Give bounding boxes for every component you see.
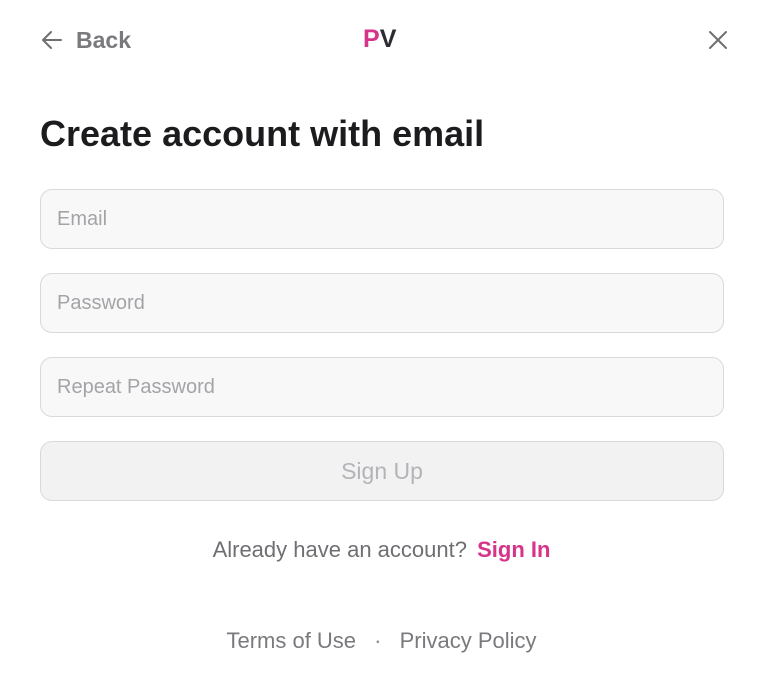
sign-in-row: Already have an account? Sign In bbox=[0, 534, 763, 566]
footer: Terms of Use · Privacy Policy bbox=[0, 625, 763, 657]
email-field[interactable] bbox=[40, 189, 724, 249]
arrow-left-icon bbox=[40, 28, 64, 52]
sign-in-prompt: Already have an account? bbox=[212, 537, 467, 562]
repeat-password-field[interactable] bbox=[40, 357, 724, 417]
sign-up-button[interactable]: Sign Up bbox=[40, 441, 724, 501]
logo: PV bbox=[363, 24, 396, 54]
back-button[interactable]: Back bbox=[40, 26, 131, 54]
close-icon bbox=[705, 27, 731, 53]
password-field[interactable] bbox=[40, 273, 724, 333]
header: Back PV bbox=[0, 0, 763, 80]
footer-separator: · bbox=[374, 628, 382, 653]
logo-letter-v: V bbox=[379, 25, 397, 53]
page-title: Create account with email bbox=[40, 113, 485, 154]
logo-letter-p: P bbox=[363, 25, 380, 53]
back-label: Back bbox=[76, 26, 131, 53]
sign-in-link[interactable]: Sign In bbox=[477, 537, 550, 562]
close-button[interactable] bbox=[705, 27, 731, 53]
privacy-policy-link[interactable]: Privacy Policy bbox=[400, 628, 537, 653]
terms-of-use-link[interactable]: Terms of Use bbox=[226, 628, 356, 653]
